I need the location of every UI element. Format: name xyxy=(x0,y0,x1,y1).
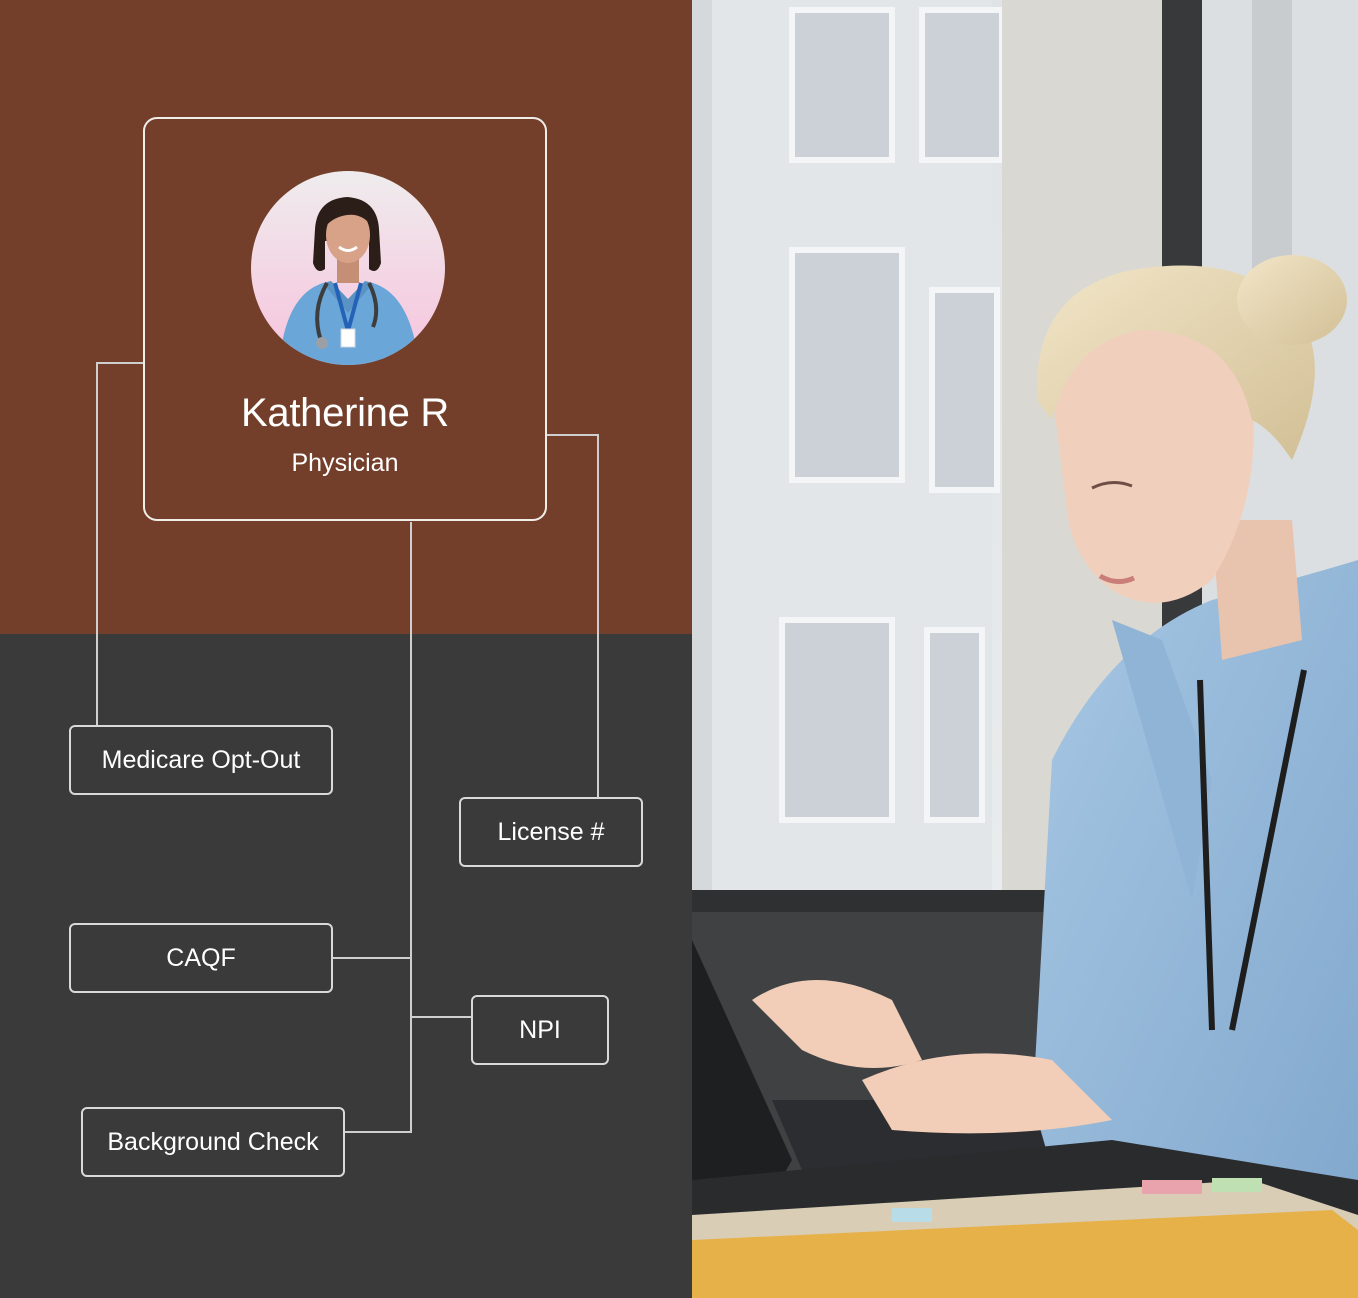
avatar xyxy=(251,171,445,365)
medicare-opt-out-tag: Medicare Opt-Out xyxy=(69,725,333,795)
profile-card: Katherine R Physician xyxy=(143,117,547,521)
background-check-tag: Background Check xyxy=(81,1107,345,1177)
caqf-tag: CAQF xyxy=(69,923,333,993)
profile-name: Katherine R xyxy=(241,391,449,435)
office-worker-photo xyxy=(692,0,1358,1298)
profile-role: Physician xyxy=(291,449,399,477)
license-tag: License # xyxy=(459,797,643,867)
npi-tag: NPI xyxy=(471,995,609,1065)
